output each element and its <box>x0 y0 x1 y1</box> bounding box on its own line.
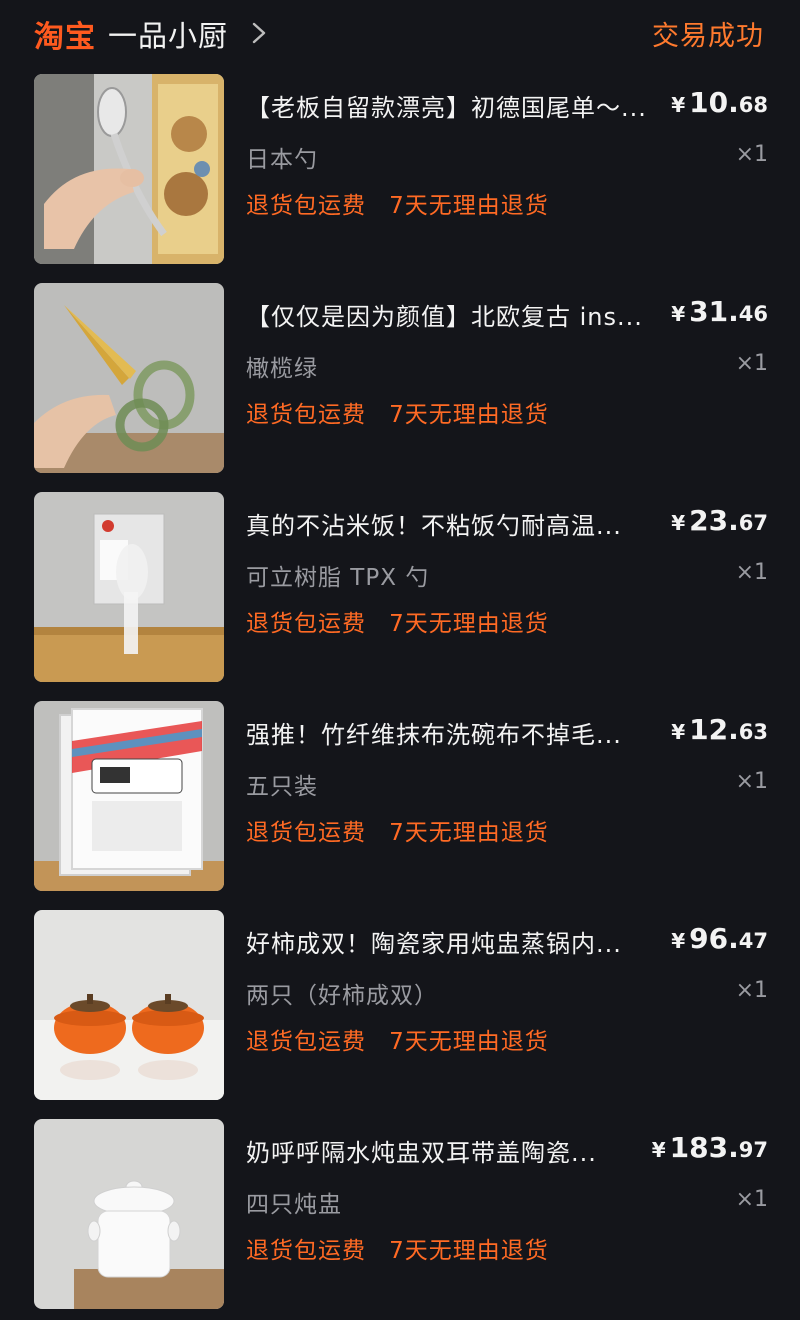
return-shipping-tag: 退货包运费 <box>246 1238 366 1264</box>
product-quantity: ×1 <box>735 560 768 585</box>
price-integer: 23. <box>689 504 739 537</box>
product-thumbnail[interactable] <box>34 910 224 1100</box>
currency-symbol: ¥ <box>671 93 686 117</box>
product-variant: 可立树脂 TPX 勺 <box>246 565 430 591</box>
product-quantity: ×1 <box>735 351 768 376</box>
service-tags: 退货包运费 7天无理由退货 <box>246 813 567 847</box>
price-decimal: 68 <box>738 93 768 117</box>
product-title[interactable]: 真的不沾米饭！不粘饭勺耐高温... <box>246 506 662 541</box>
return-shipping-tag: 退货包运费 <box>246 611 366 637</box>
product-price: ¥183.97 <box>652 1131 768 1164</box>
seven-day-return-tag: 7天无理由退货 <box>389 820 549 846</box>
service-tags: 退货包运费 7天无理由退货 <box>246 395 567 429</box>
product-quantity: ×1 <box>735 769 768 794</box>
order-item[interactable]: 【仅仅是因为颜值】北欧复古 ins... ¥31.46 橄榄绿 ×1 退货包运费… <box>0 281 800 473</box>
price-decimal: 47 <box>738 929 768 953</box>
price-decimal: 63 <box>738 720 768 744</box>
order-item[interactable]: 强推！竹纤维抹布洗碗布不掉毛... ¥12.63 五只装 ×1 退货包运费 7天… <box>0 699 800 891</box>
product-quantity: ×1 <box>735 142 768 167</box>
seven-day-return-tag: 7天无理由退货 <box>389 193 549 219</box>
product-variant: 四只炖盅 <box>246 1192 342 1218</box>
product-thumbnail[interactable] <box>34 701 224 891</box>
order-status: 交易成功 <box>652 21 764 52</box>
product-title[interactable]: 【仅仅是因为颜值】北欧复古 ins... <box>246 297 662 332</box>
price-integer: 183. <box>669 1131 739 1164</box>
product-price: ¥12.63 <box>671 713 768 746</box>
product-variant: 两只（好柿成双） <box>246 983 438 1009</box>
product-quantity: ×1 <box>735 978 768 1003</box>
service-tags: 退货包运费 7天无理由退货 <box>246 1231 567 1265</box>
product-price: ¥31.46 <box>671 295 768 328</box>
product-title[interactable]: 【老板自留款漂亮】初德国尾单～... <box>246 88 662 123</box>
product-variant: 日本勺 <box>246 147 318 173</box>
order-item[interactable]: 奶呼呼隔水炖盅双耳带盖陶瓷... ¥183.97 四只炖盅 ×1 退货包运费 7… <box>0 1117 800 1309</box>
order-item[interactable]: 好柿成双！陶瓷家用炖盅蒸锅内... ¥96.47 两只（好柿成双） ×1 退货包… <box>0 908 800 1100</box>
seven-day-return-tag: 7天无理由退货 <box>389 1029 549 1055</box>
price-integer: 31. <box>689 295 739 328</box>
service-tags: 退货包运费 7天无理由退货 <box>246 604 567 638</box>
return-shipping-tag: 退货包运费 <box>246 193 366 219</box>
product-variant: 五只装 <box>246 774 318 800</box>
price-decimal: 67 <box>738 511 768 535</box>
product-thumbnail[interactable] <box>34 283 224 473</box>
product-thumbnail[interactable] <box>34 492 224 682</box>
currency-symbol: ¥ <box>651 1138 666 1162</box>
product-price: ¥23.67 <box>671 504 768 537</box>
taobao-logo[interactable]: 淘宝 <box>34 12 96 56</box>
seven-day-return-tag: 7天无理由退货 <box>389 611 549 637</box>
seven-day-return-tag: 7天无理由退货 <box>389 1238 549 1264</box>
product-variant: 橄榄绿 <box>246 356 318 382</box>
return-shipping-tag: 退货包运费 <box>246 1029 366 1055</box>
currency-symbol: ¥ <box>671 720 686 744</box>
order-item[interactable]: 真的不沾米饭！不粘饭勺耐高温... ¥23.67 可立树脂 TPX 勺 ×1 退… <box>0 490 800 682</box>
order-item[interactable]: 【老板自留款漂亮】初德国尾单～... ¥10.68 日本勺 ×1 退货包运费 7… <box>0 72 800 264</box>
product-thumbnail[interactable] <box>34 1119 224 1309</box>
product-title[interactable]: 强推！竹纤维抹布洗碗布不掉毛... <box>246 715 662 750</box>
shop-name-link[interactable]: 一品小厨 <box>108 13 228 55</box>
order-header: 淘宝 一品小厨 交易成功 <box>0 0 800 64</box>
service-tags: 退货包运费 7天无理由退货 <box>246 1022 567 1056</box>
price-decimal: 46 <box>738 302 768 326</box>
product-title[interactable]: 奶呼呼隔水炖盅双耳带盖陶瓷... <box>246 1133 662 1168</box>
chevron-right-icon[interactable] <box>248 22 270 44</box>
price-integer: 12. <box>689 713 739 746</box>
return-shipping-tag: 退货包运费 <box>246 820 366 846</box>
price-integer: 10. <box>689 86 739 119</box>
service-tags: 退货包运费 7天无理由退货 <box>246 186 567 220</box>
price-decimal: 97 <box>738 1138 768 1162</box>
product-title[interactable]: 好柿成双！陶瓷家用炖盅蒸锅内... <box>246 924 662 959</box>
product-quantity: ×1 <box>735 1187 768 1212</box>
currency-symbol: ¥ <box>671 302 686 326</box>
product-thumbnail[interactable] <box>34 74 224 264</box>
price-integer: 96. <box>689 922 739 955</box>
currency-symbol: ¥ <box>671 511 686 535</box>
seven-day-return-tag: 7天无理由退货 <box>389 402 549 428</box>
currency-symbol: ¥ <box>671 929 686 953</box>
product-price: ¥96.47 <box>671 922 768 955</box>
product-price: ¥10.68 <box>671 86 768 119</box>
return-shipping-tag: 退货包运费 <box>246 402 366 428</box>
